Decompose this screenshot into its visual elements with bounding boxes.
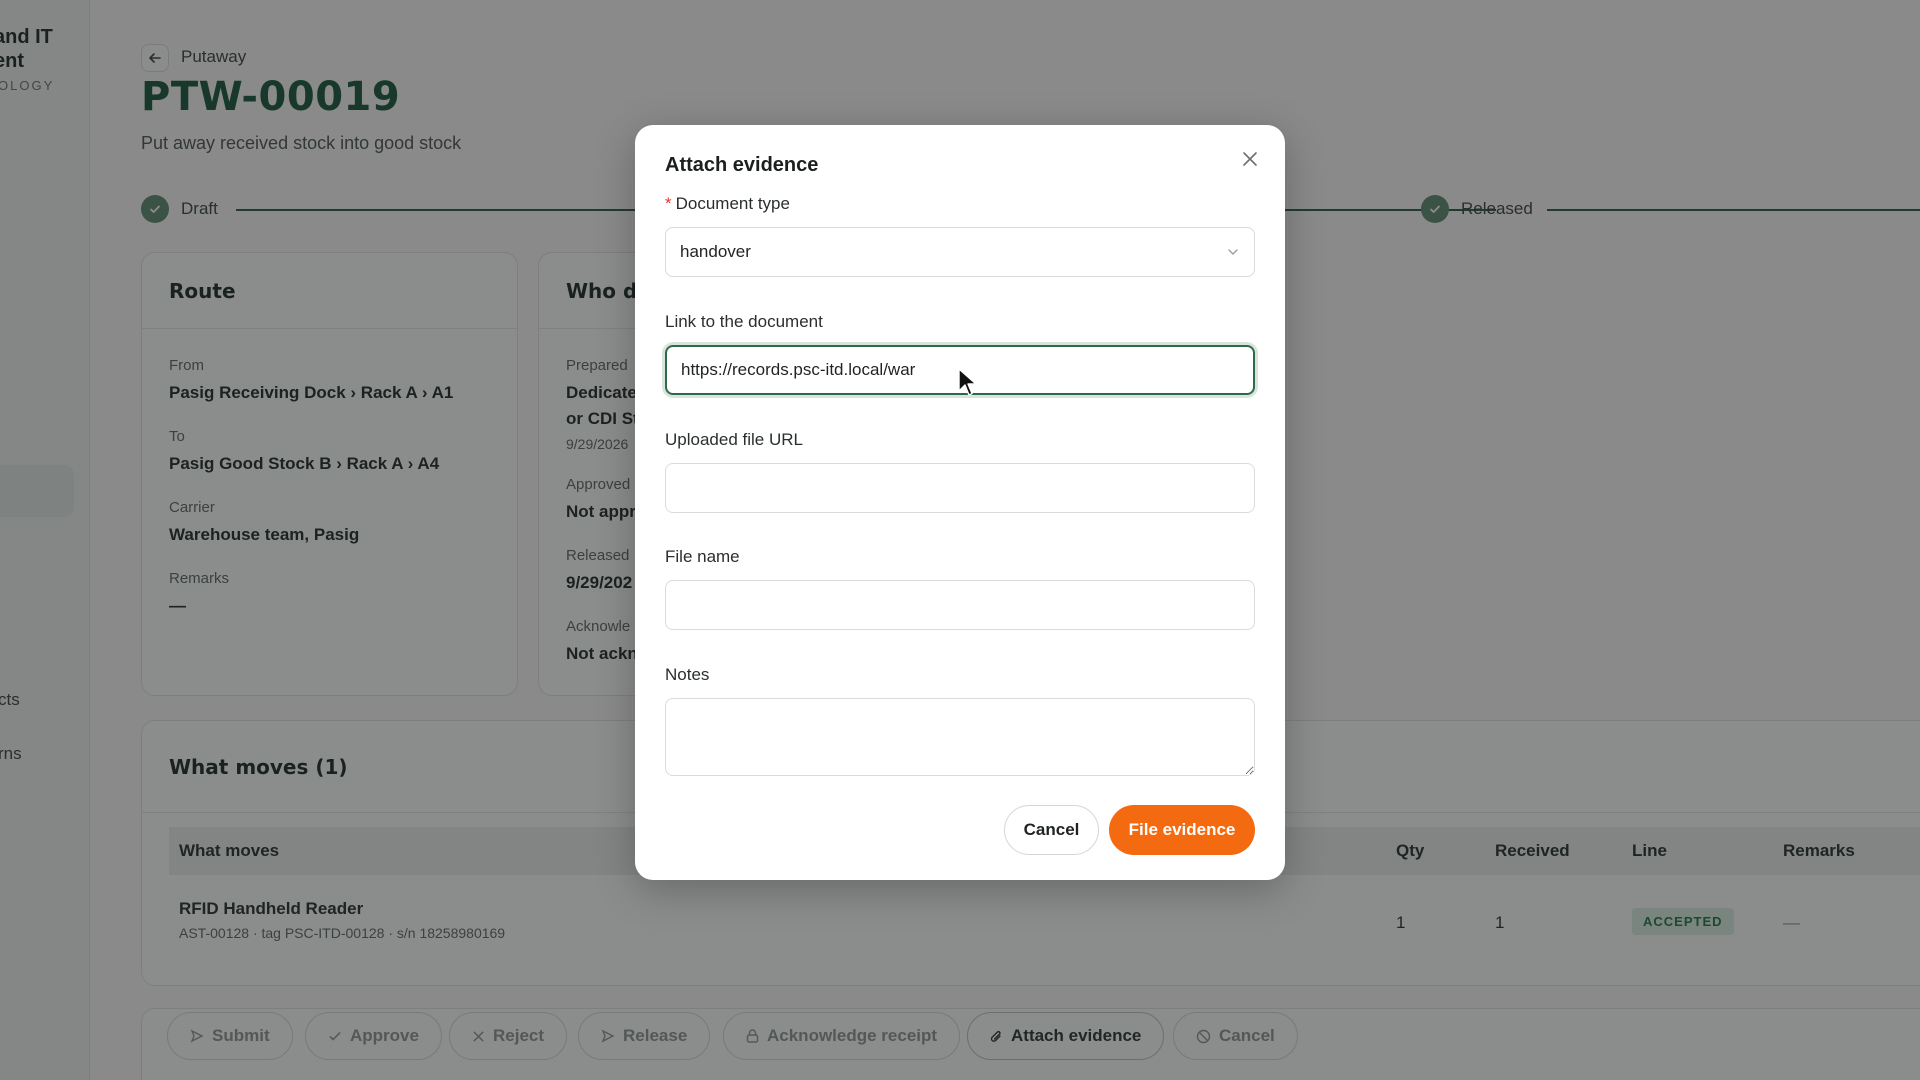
notes-textarea[interactable] bbox=[665, 698, 1255, 776]
document-type-label: * Document type bbox=[665, 194, 790, 214]
file-evidence-button[interactable]: File evidence bbox=[1109, 805, 1255, 855]
file-name-label: File name bbox=[665, 547, 740, 566]
link-label: Link to the document bbox=[665, 312, 823, 331]
chevron-down-icon bbox=[1228, 249, 1238, 255]
cancel-button[interactable]: Cancel bbox=[1004, 805, 1099, 855]
dialog-title: Attach evidence bbox=[665, 154, 819, 176]
file-name-input[interactable] bbox=[665, 580, 1255, 630]
notes-label: Notes bbox=[665, 665, 710, 684]
label-text: Document type bbox=[675, 194, 790, 213]
mouse-cursor-icon bbox=[958, 368, 977, 396]
uploaded-file-url-input[interactable] bbox=[665, 463, 1255, 513]
uploaded-url-label: Uploaded file URL bbox=[665, 430, 803, 449]
required-marker: * bbox=[665, 194, 672, 213]
close-icon bbox=[1243, 152, 1257, 166]
selected-value: handover bbox=[680, 242, 751, 261]
document-type-select[interactable]: handover bbox=[665, 227, 1255, 277]
close-button[interactable] bbox=[1237, 146, 1263, 172]
